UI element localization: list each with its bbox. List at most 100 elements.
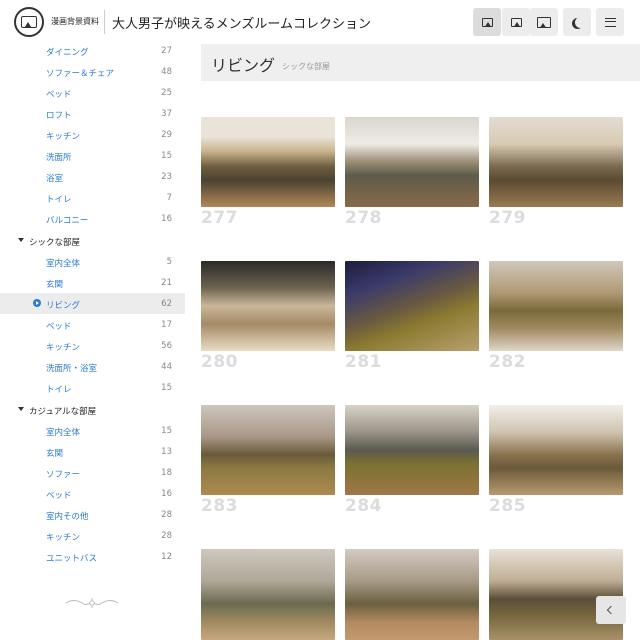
category-title: リビング — [211, 56, 276, 75]
sidebar-item-sofa-chair[interactable]: ソファー＆チェア 48 — [0, 61, 185, 82]
sidebar-item-kitchen[interactable]: キッチン 28 — [0, 525, 185, 546]
site-name[interactable]: 漫画背景資料 — [51, 16, 99, 27]
thumbnail-279[interactable] — [489, 117, 623, 207]
sidebar-item-count: 16 — [161, 489, 172, 499]
sidebar-item-label: キッチン — [46, 533, 81, 543]
sidebar-item-kitchen[interactable]: キッチン 29 — [0, 124, 185, 145]
sidebar-item-label: 玄関 — [46, 280, 64, 290]
thumbnail-281[interactable] — [345, 261, 479, 351]
sidebar-item-dining[interactable]: ダイニング 27 — [0, 40, 185, 61]
thumbnail-number: 281 — [345, 352, 382, 372]
sidebar-item-count: 29 — [161, 130, 172, 140]
thumbnail-number: 285 — [489, 496, 526, 516]
sidebar-item-count: 56 — [161, 341, 172, 351]
small-image-view-button[interactable] — [473, 8, 501, 36]
thumbnail-288[interactable] — [489, 549, 623, 640]
sidebar-group-chic[interactable]: シックな部屋 — [0, 230, 185, 251]
menu-button[interactable] — [596, 8, 624, 36]
sidebar-item-label: 洗面所・浴室 — [46, 364, 98, 374]
header: 漫画背景資料 大人男子が映えるメンズルームコレクション — [0, 0, 640, 44]
category-title-bar: リビング シックな部屋 — [201, 44, 640, 81]
thumbnail-277[interactable] — [201, 117, 335, 207]
thumbnail-280[interactable] — [201, 261, 335, 351]
sidebar-group-casual[interactable]: カジュアルな部屋 — [0, 399, 185, 420]
sidebar-item-whole-room[interactable]: 室内全体 5 — [0, 251, 185, 272]
sidebar-item-entrance[interactable]: 玄関 21 — [0, 272, 185, 293]
site-logo-icon[interactable] — [14, 7, 44, 37]
sidebar-group-label: カジュアルな部屋 — [29, 407, 97, 417]
sidebar-item-count: 18 — [161, 468, 172, 478]
chevron-down-icon — [18, 407, 24, 411]
sidebar-item-count: 7 — [166, 193, 172, 203]
sidebar-item-sofa[interactable]: ソファー 18 — [0, 462, 185, 483]
sidebar-item-washroom-bath[interactable]: 洗面所・浴室 44 — [0, 356, 185, 377]
sidebar-item-label: 浴室 — [46, 174, 64, 184]
large-image-view-button[interactable] — [530, 8, 558, 36]
thumbnail-278[interactable] — [345, 117, 479, 207]
thumbnail-number: 284 — [345, 496, 382, 516]
sidebar-item-count: 44 — [161, 362, 172, 372]
sidebar-item-entrance[interactable]: 玄関 13 — [0, 441, 185, 462]
scroll-back-button[interactable] — [596, 596, 626, 624]
medium-image-view-icon — [510, 17, 522, 27]
sidebar-item-label: ベッド — [46, 90, 72, 100]
medium-image-view-button[interactable] — [502, 8, 530, 36]
sidebar-item-bathroom[interactable]: 浴室 23 — [0, 166, 185, 187]
thumbnail-283[interactable] — [201, 405, 335, 495]
sidebar-item-living[interactable]: リビング 62 — [0, 293, 185, 314]
sidebar: ダイニング 27 ソファー＆チェア 48 ベッド 25 ロフト 37 キッチン 29 洗面… — [0, 44, 185, 640]
thumbnail-284[interactable] — [345, 405, 479, 495]
sidebar-item-bed[interactable]: ベッド 17 — [0, 314, 185, 335]
sidebar-item-kitchen[interactable]: キッチン 56 — [0, 335, 185, 356]
sidebar-item-bed[interactable]: ベッド 25 — [0, 82, 185, 103]
sidebar-item-label: キッチン — [46, 132, 81, 142]
menu-icon — [604, 17, 616, 27]
sidebar-item-label: キッチン — [46, 343, 81, 353]
category-subtitle: シックな部屋 — [282, 62, 330, 71]
dark-mode-button[interactable] — [563, 8, 591, 36]
thumbnail-282[interactable] — [489, 261, 623, 351]
sidebar-item-label: ユニットバス — [46, 554, 98, 564]
sidebar-group-label: シックな部屋 — [29, 238, 81, 248]
ornament-divider-icon — [65, 598, 119, 608]
sidebar-item-count: 28 — [161, 531, 172, 541]
sidebar-item-room-other[interactable]: 室内その他 28 — [0, 504, 185, 525]
thumbnail-number: 282 — [489, 352, 526, 372]
sidebar-item-count: 28 — [161, 510, 172, 520]
sidebar-item-label: ソファー＆チェア — [46, 69, 115, 79]
page-title[interactable]: 大人男子が映えるメンズルームコレクション — [112, 13, 371, 32]
sidebar-item-label: 室内その他 — [46, 512, 89, 522]
sidebar-item-label: リビング — [46, 301, 81, 311]
sidebar-item-label: ダイニング — [46, 48, 89, 58]
thumbnail-287[interactable] — [345, 549, 479, 640]
sidebar-item-count: 16 — [161, 214, 172, 224]
thumbnail-number: 277 — [201, 208, 238, 228]
sidebar-item-washroom[interactable]: 洗面所 15 — [0, 145, 185, 166]
sidebar-item-whole-room[interactable]: 室内全体 15 — [0, 420, 185, 441]
sidebar-item-count: 15 — [161, 383, 172, 393]
sidebar-item-label: ベッド — [46, 322, 72, 332]
large-image-view-icon — [537, 16, 551, 28]
sidebar-item-count: 62 — [161, 299, 172, 309]
sidebar-item-unit-bath[interactable]: ユニットバス 12 — [0, 546, 185, 567]
thumbnail-number: 280 — [201, 352, 238, 372]
sidebar-item-count: 12 — [161, 552, 172, 562]
thumbnail-number: 279 — [489, 208, 526, 228]
sidebar-item-count: 23 — [161, 172, 172, 182]
chevron-right-circle-icon — [33, 299, 41, 307]
sidebar-item-label: ベッド — [46, 491, 72, 501]
sidebar-item-balcony[interactable]: バルコニー 16 — [0, 208, 185, 229]
sidebar-item-label: 室内全体 — [46, 428, 81, 438]
sidebar-item-toilet[interactable]: トイレ 15 — [0, 377, 185, 398]
sidebar-item-toilet[interactable]: トイレ 7 — [0, 187, 185, 208]
small-image-view-icon — [481, 17, 493, 27]
sidebar-item-loft[interactable]: ロフト 37 — [0, 103, 185, 124]
sidebar-item-count: 5 — [166, 257, 172, 267]
sidebar-item-bed[interactable]: ベッド 16 — [0, 483, 185, 504]
thumbnail-number: 278 — [345, 208, 382, 228]
thumbnail-286[interactable] — [201, 549, 335, 640]
thumbnail-285[interactable] — [489, 405, 623, 495]
sidebar-item-label: バルコニー — [46, 216, 89, 226]
header-divider — [104, 10, 105, 34]
sidebar-item-count: 15 — [161, 151, 172, 161]
